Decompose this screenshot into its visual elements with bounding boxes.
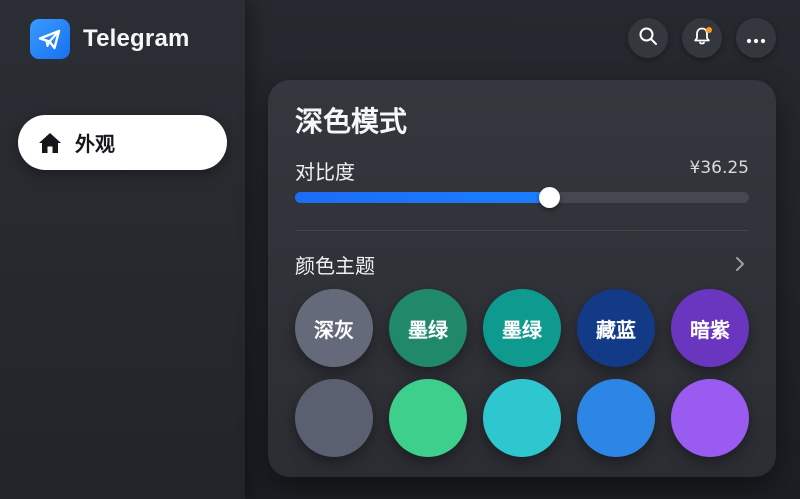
- theme-swatch[interactable]: 藏蓝: [577, 289, 655, 367]
- app-title: Telegram: [83, 25, 190, 52]
- theme-swatches: 深灰 墨绿 墨绿 藏蓝 暗紫: [295, 289, 749, 457]
- panel-title: 深色模式: [295, 105, 408, 138]
- home-icon: [37, 130, 63, 156]
- theme-swatch[interactable]: [483, 379, 561, 457]
- sidebar: Telegram 外观: [0, 0, 245, 499]
- theme-swatch[interactable]: [389, 379, 467, 457]
- color-themes-label: 颜色主题: [295, 253, 375, 278]
- more-button[interactable]: [736, 18, 776, 58]
- theme-swatch[interactable]: [295, 379, 373, 457]
- notification-badge: [706, 27, 712, 33]
- search-button[interactable]: [628, 18, 668, 58]
- notifications-button[interactable]: [682, 18, 722, 58]
- search-icon: [638, 26, 658, 50]
- contrast-slider[interactable]: [295, 187, 749, 208]
- theme-swatch[interactable]: 墨绿: [389, 289, 467, 367]
- theme-swatch[interactable]: 墨绿: [483, 289, 561, 367]
- sidebar-item-label: 外观: [75, 132, 115, 156]
- theme-swatch[interactable]: [577, 379, 655, 457]
- telegram-logo-icon: [30, 19, 70, 59]
- chevron-right-icon: [735, 255, 749, 273]
- contrast-value: ¥36.25: [689, 158, 749, 178]
- divider: [295, 230, 749, 231]
- sidebar-item-appearance[interactable]: 外观: [18, 115, 227, 170]
- contrast-slider-fill: [295, 192, 550, 203]
- contrast-slider-thumb[interactable]: [539, 187, 561, 208]
- brand: Telegram: [30, 19, 190, 59]
- theme-swatch[interactable]: [671, 379, 749, 457]
- more-horizontal-icon: [746, 29, 766, 48]
- dark-mode-panel: 深色模式 对比度 ¥36.25 颜色主题 深灰 墨绿 墨绿 藏蓝 暗紫: [268, 80, 776, 477]
- contrast-label: 对比度: [295, 160, 355, 184]
- color-themes-row[interactable]: 颜色主题: [295, 246, 749, 282]
- theme-swatch[interactable]: 暗紫: [671, 289, 749, 367]
- theme-swatch[interactable]: 深灰: [295, 289, 373, 367]
